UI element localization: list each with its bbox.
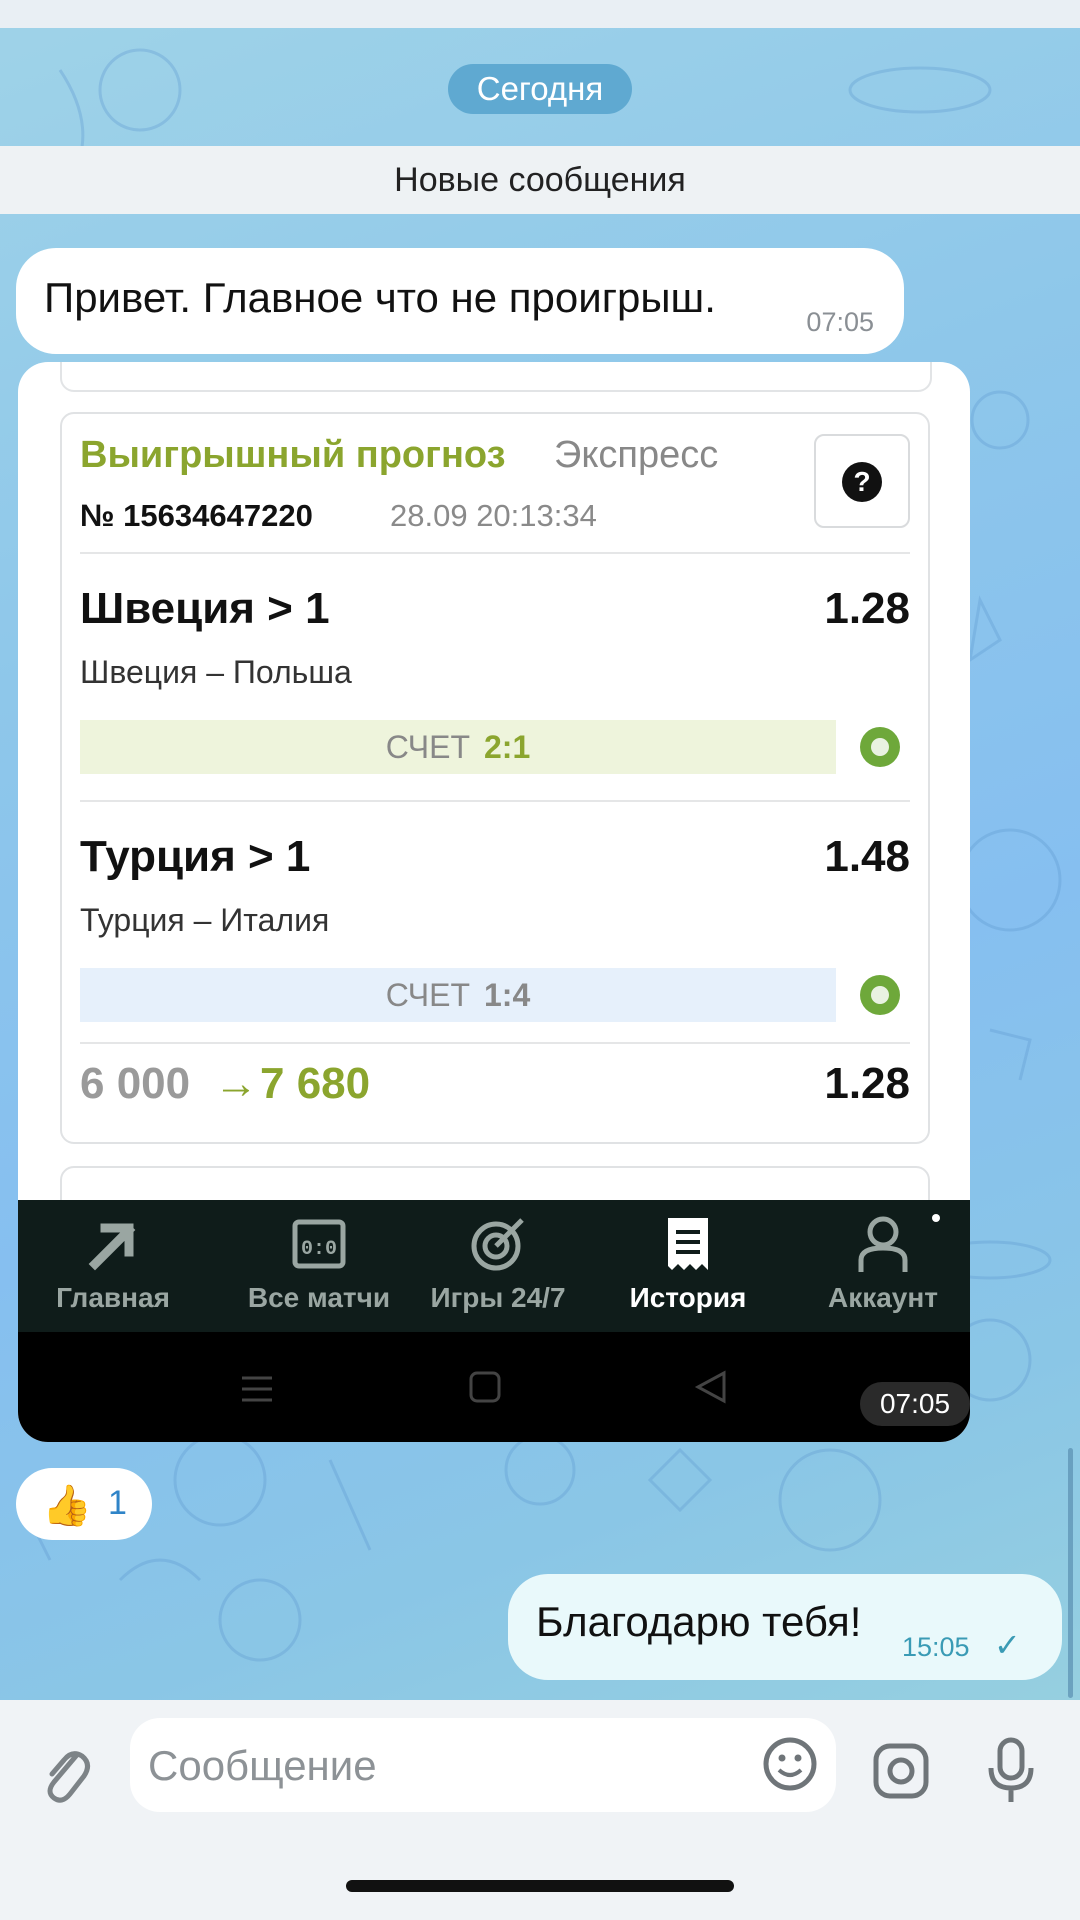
bet-slip-card: Выигрышный прогноз Экспресс № 1563464722… bbox=[60, 412, 930, 1144]
nav-label: Все матчи bbox=[247, 1282, 391, 1313]
nav-item-games[interactable]: Игры 24/7 bbox=[413, 1200, 583, 1332]
nav-item-all-matches[interactable]: 0:0 Все матчи bbox=[228, 1200, 410, 1332]
event-odds: 1.48 bbox=[824, 832, 910, 881]
nav-item-history[interactable]: История bbox=[613, 1200, 763, 1332]
reaction-count: 1 bbox=[108, 1484, 127, 1522]
divider bbox=[80, 1042, 910, 1044]
back-icon bbox=[694, 1370, 726, 1404]
divider bbox=[80, 552, 910, 554]
app-bottom-nav: Главная 0:0 Все матчи Игры 24/7 История … bbox=[18, 1200, 970, 1332]
message-input[interactable]: Сообщение bbox=[130, 1718, 836, 1812]
media-time: 07:05 bbox=[860, 1382, 970, 1426]
message-text: Благодарю тебя! bbox=[536, 1598, 862, 1645]
event-score-bar: СЧЕТ 1:4 bbox=[80, 968, 836, 1022]
nav-item-home[interactable]: Главная bbox=[38, 1200, 188, 1332]
score-value: 1:4 bbox=[484, 977, 531, 1013]
nav-label: Главная bbox=[56, 1282, 170, 1313]
message-placeholder: Сообщение bbox=[148, 1742, 377, 1789]
new-messages-divider: Новые сообщения bbox=[0, 146, 1080, 214]
target-icon bbox=[471, 1218, 524, 1271]
question-icon: ? bbox=[842, 462, 882, 502]
event-score-bar: СЧЕТ 2:1 bbox=[80, 720, 836, 774]
stake-amount: 6 000 bbox=[80, 1059, 191, 1108]
notification-dot bbox=[932, 1214, 940, 1222]
paperclip-icon[interactable] bbox=[38, 1742, 94, 1812]
event-match: Швеция – Польша bbox=[80, 654, 352, 690]
help-button[interactable]: ? bbox=[814, 434, 910, 528]
nav-label: Игры 24/7 bbox=[430, 1282, 566, 1313]
event-match: Турция – Италия bbox=[80, 902, 330, 938]
camera-icon[interactable] bbox=[872, 1742, 930, 1800]
user-icon bbox=[858, 1216, 908, 1272]
bet-number: № 15634647220 bbox=[80, 498, 313, 533]
previous-card-edge bbox=[60, 362, 932, 392]
receipt-icon bbox=[668, 1218, 708, 1270]
payout-amount: 7 680 bbox=[260, 1059, 371, 1108]
incoming-message-bubble[interactable]: Привет. Главное что не проигрыш. 07:05 bbox=[16, 248, 904, 354]
nav-label: Аккаунт bbox=[827, 1282, 939, 1313]
scoreboard-icon: 0:0 bbox=[292, 1219, 346, 1269]
home-square-icon bbox=[469, 1371, 501, 1403]
score-label: СЧЕТ bbox=[385, 729, 470, 765]
message-composer: Сообщение bbox=[0, 1700, 1080, 1920]
soccer-ball-icon bbox=[860, 727, 900, 767]
thumbs-up-icon: 👍 bbox=[42, 1484, 92, 1528]
soccer-ball-icon bbox=[860, 975, 900, 1015]
event-odds: 1.28 bbox=[824, 584, 910, 633]
date-separator: Сегодня bbox=[448, 64, 632, 114]
message-time: 15:05 bbox=[902, 1632, 970, 1662]
bet-title-highlight: Выигрышный прогноз bbox=[80, 434, 506, 476]
microphone-icon[interactable] bbox=[986, 1736, 1036, 1806]
arrow-right-icon: → bbox=[214, 1059, 258, 1108]
android-system-nav: 07:05 bbox=[18, 1332, 970, 1442]
divider bbox=[80, 800, 910, 802]
screenshot-media-message[interactable]: Выигрышный прогноз Экспресс № 1563464722… bbox=[18, 362, 970, 1442]
top-strip bbox=[0, 0, 1080, 28]
check-icon: ✓ bbox=[994, 1627, 1021, 1663]
event-pick: Турция > 1 bbox=[80, 832, 311, 881]
bet-datetime: 28.09 20:13:34 bbox=[390, 498, 597, 533]
event-pick: Швеция > 1 bbox=[80, 584, 330, 633]
score-value: 2:1 bbox=[484, 729, 531, 765]
home-indicator bbox=[346, 1880, 734, 1892]
reaction-chip[interactable]: 👍 1 bbox=[16, 1468, 152, 1540]
emoji-icon[interactable] bbox=[762, 1736, 818, 1792]
nav-label: История bbox=[629, 1282, 747, 1313]
bet-title-type: Экспресс bbox=[554, 434, 719, 476]
scrollbar[interactable] bbox=[1068, 1448, 1073, 1698]
svg-text:0:0: 0:0 bbox=[301, 1238, 337, 1261]
arrow-icon bbox=[88, 1223, 136, 1271]
total-odds: 1.28 bbox=[824, 1059, 910, 1108]
menu-icon bbox=[242, 1376, 272, 1402]
message-text: Привет. Главное что не проигрыш. bbox=[44, 274, 716, 321]
score-label: СЧЕТ bbox=[385, 977, 470, 1013]
outgoing-message-bubble[interactable]: Благодарю тебя! 15:05 ✓ bbox=[508, 1574, 1062, 1680]
message-time: 07:05 bbox=[806, 307, 874, 337]
